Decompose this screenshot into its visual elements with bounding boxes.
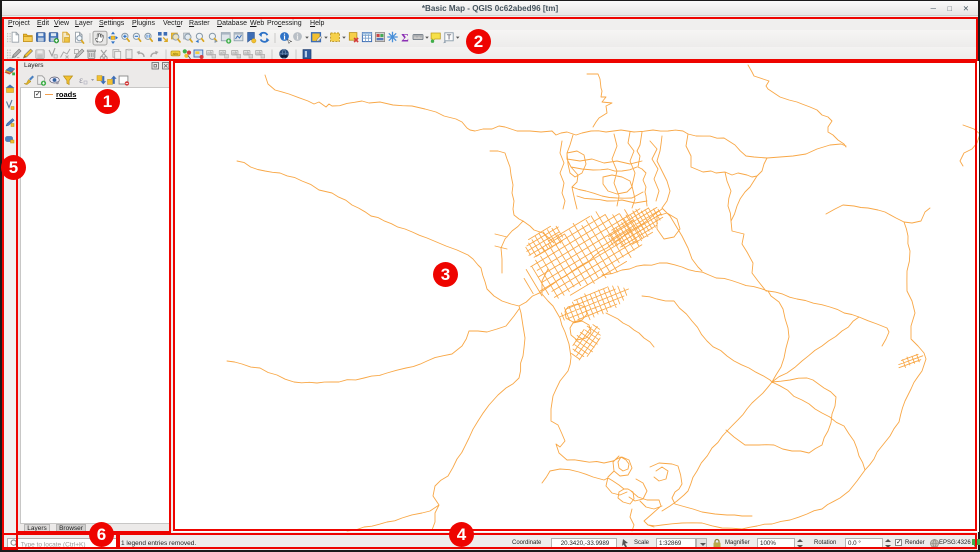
svg-text:T: T bbox=[447, 33, 452, 42]
svg-text:abc: abc bbox=[173, 52, 179, 56]
svg-text:ε: ε bbox=[79, 75, 83, 85]
svg-text:Σ: Σ bbox=[401, 32, 409, 44]
